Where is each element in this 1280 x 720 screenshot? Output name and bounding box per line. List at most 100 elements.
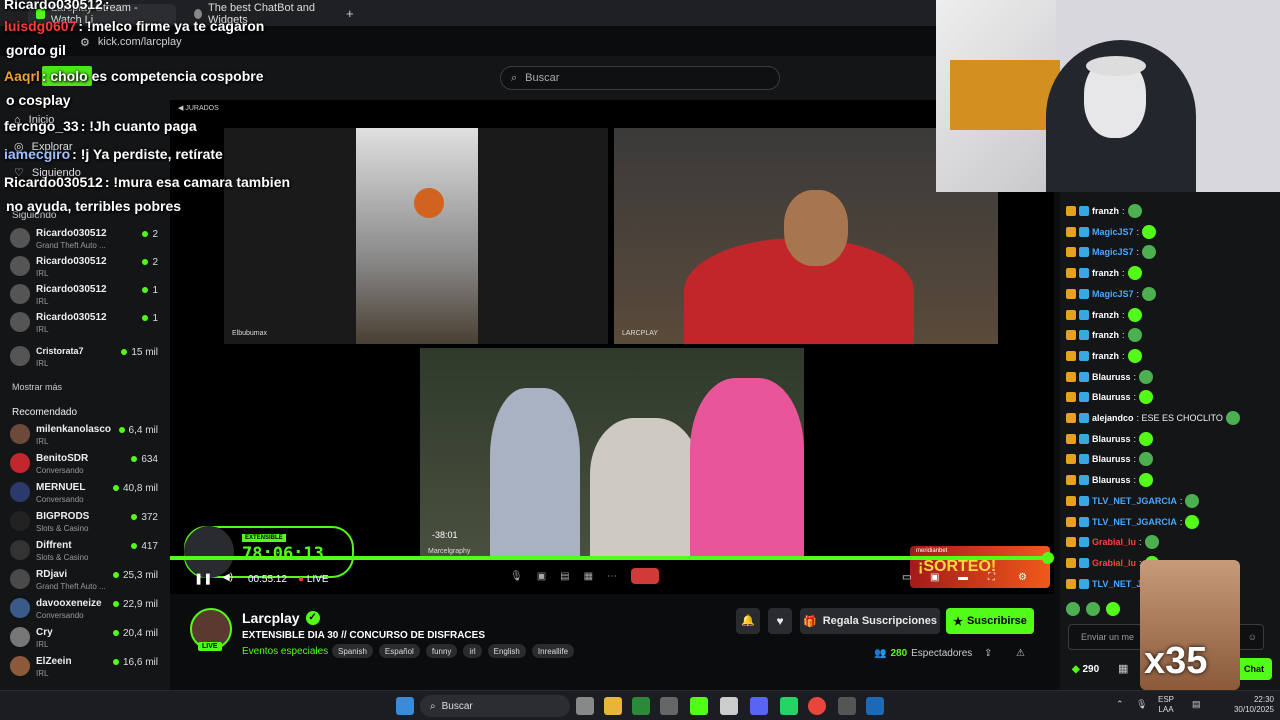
nav-siguiendo[interactable]: ♡ Siguiendo <box>14 166 81 180</box>
sidebar-channel[interactable]: MERNUEL Conversando 40,8 mil <box>8 480 164 508</box>
chat-message[interactable]: Blauruss: <box>1066 430 1154 448</box>
chat-username[interactable]: TLV_NET_JGARCIA <box>1092 496 1177 506</box>
chat-message[interactable]: franzh: <box>1066 306 1142 324</box>
video-player[interactable]: ◀ JURADOS Elbubumax LARCPLAY Marcelgraph… <box>170 100 1054 594</box>
pip-icon[interactable]: ▭ <box>902 572 911 583</box>
more-icon[interactable]: ⋯ <box>607 571 617 582</box>
chat-username[interactable]: franzh <box>1092 206 1119 216</box>
gift-subs-button[interactable]: 🎁 Regala Suscripciones <box>800 608 940 634</box>
chat-message[interactable]: franzh: <box>1066 326 1142 344</box>
sidebar-channel[interactable]: RDjavi Grand Theft Auto ... 25,3 mil <box>8 567 164 595</box>
emote-icon[interactable] <box>1086 602 1100 616</box>
nav-explorar[interactable]: ◎ Explorar <box>14 140 73 154</box>
show-more-link[interactable]: Mostrar más <box>12 382 62 392</box>
theatre-icon[interactable]: ▬ <box>958 572 968 583</box>
new-tab-button[interactable]: + <box>346 6 354 21</box>
chat-username[interactable]: Blauruss <box>1092 372 1131 382</box>
whatsapp-icon[interactable] <box>780 697 798 715</box>
live-indicator[interactable]: ● LIVE <box>298 574 329 585</box>
sidebar-channel[interactable]: BIGPRODS Slots & Casino 372 <box>8 509 164 537</box>
tray-chevron-icon[interactable]: ⌃ <box>1116 699 1124 710</box>
grid-icon[interactable]: ▦ <box>584 571 593 582</box>
notification-bell-icon[interactable]: 🔔 <box>736 608 760 634</box>
tab-larcplay[interactable]: Larcplay Stream - Watch Li <box>28 2 176 26</box>
settings-gear-icon[interactable]: ⚙ <box>1018 572 1027 583</box>
store-icon[interactable]: ▦ <box>1118 662 1128 675</box>
chat-message[interactable]: MagicJS7: <box>1066 243 1157 261</box>
chat-username[interactable]: Blauruss <box>1092 475 1131 485</box>
sidebar-channel[interactable]: Ricardo030512 IRL 1 <box>8 282 164 310</box>
follow-heart-icon[interactable]: ♥ <box>768 608 792 634</box>
chat-username[interactable]: Blauruss <box>1092 434 1131 444</box>
emoji-icon[interactable]: ☺ <box>1248 632 1257 642</box>
task-view-icon[interactable] <box>576 697 594 715</box>
progress-bar[interactable] <box>170 556 1048 560</box>
chat-message[interactable]: franzh: <box>1066 264 1142 282</box>
tag[interactable]: irl <box>463 644 482 658</box>
tag[interactable]: Español <box>378 644 420 658</box>
kick-app-icon[interactable] <box>690 697 708 715</box>
progress-handle[interactable] <box>1042 552 1054 564</box>
start-menu-icon[interactable] <box>396 697 414 715</box>
chat-username[interactable]: Grabial_lu <box>1092 558 1136 568</box>
chat-message[interactable]: MagicJS7: <box>1066 285 1157 303</box>
chat-username[interactable]: franzh <box>1092 268 1119 278</box>
sidebar-channel[interactable]: Cristorata7 IRL 15 mil <box>8 344 164 372</box>
sidebar-channel[interactable]: Cry IRL 20,4 mil <box>8 625 164 653</box>
mic-tray-icon[interactable]: 🎙 <box>1136 699 1147 710</box>
tag[interactable]: funny <box>425 644 458 658</box>
chat-message[interactable]: franzh: <box>1066 202 1142 220</box>
chat-message[interactable]: MagicJS7: <box>1066 223 1157 241</box>
chat-username[interactable]: franzh <box>1092 351 1119 361</box>
mic-icon[interactable]: 🎙 <box>510 571 523 582</box>
sidebar-channel[interactable]: Ricardo030512 Grand Theft Auto ... 2 <box>8 226 164 254</box>
notes-icon[interactable] <box>720 697 738 715</box>
obs-icon[interactable] <box>838 697 856 715</box>
report-icon[interactable]: ⚠ <box>1016 648 1025 659</box>
chat-message[interactable]: Blauruss: <box>1066 368 1154 386</box>
pause-button[interactable]: ❚❚ <box>194 572 212 585</box>
hangup-button[interactable] <box>631 568 660 584</box>
share-icon[interactable]: ⇪ <box>984 648 992 659</box>
discord-icon[interactable] <box>750 697 768 715</box>
emote-icon[interactable] <box>1066 602 1080 616</box>
sidebar-channel[interactable]: ElZeein IRL 16,6 mil <box>8 654 164 682</box>
chat-username[interactable]: alejandco <box>1092 413 1134 423</box>
tag[interactable]: Inreallife <box>531 644 575 658</box>
fullscreen-icon[interactable]: ⛶ <box>988 572 995 583</box>
sidebar-channel[interactable]: Ricardo030512 IRL 2 <box>8 254 164 282</box>
site-info-icon[interactable]: ⚙ <box>80 36 90 49</box>
chat-message[interactable]: TLV_NET_JGARCIA: <box>1066 492 1200 510</box>
chat-message[interactable]: Blauruss: <box>1066 471 1154 489</box>
chat-send-button[interactable]: Chat <box>1236 658 1272 680</box>
chat-username[interactable]: Grabial_lu <box>1092 537 1136 547</box>
tab-chatbot[interactable]: The best ChatBot and Widgets <box>186 2 336 26</box>
points-display[interactable]: ◆ 290 <box>1072 664 1099 675</box>
chat-username[interactable]: franzh <box>1092 330 1119 340</box>
chat-username[interactable]: MagicJS7 <box>1092 227 1134 237</box>
subscribe-button[interactable]: ★ Suscribirse <box>946 608 1034 634</box>
category-link[interactable]: Eventos especiales <box>242 646 328 657</box>
clip-icon[interactable]: ▣ <box>930 572 939 583</box>
language-indicator[interactable]: ESP LAA <box>1158 695 1174 715</box>
chat-username[interactable]: MagicJS7 <box>1092 247 1134 257</box>
xbox-icon[interactable] <box>632 697 650 715</box>
address-bar[interactable]: ⚙ kick.com/larcplay <box>80 32 780 52</box>
tag[interactable]: Spanish <box>332 644 373 658</box>
file-explorer-icon[interactable] <box>604 697 622 715</box>
store-icon[interactable] <box>660 697 678 715</box>
chat-username[interactable]: MagicJS7 <box>1092 289 1134 299</box>
chrome-icon[interactable] <box>808 697 826 715</box>
steam-icon[interactable] <box>866 697 884 715</box>
sidebar-channel[interactable]: davooxeneize Conversando 22,9 mil <box>8 596 164 624</box>
chat-message[interactable]: alejandco: ESE ES CHOCLITO <box>1066 409 1240 427</box>
nav-inicio[interactable]: ⌂ Inicio <box>14 114 54 126</box>
clock[interactable]: 22:30 30/10/2025 <box>1222 695 1274 715</box>
volume-icon[interactable]: ◀) <box>222 572 233 583</box>
chat-username[interactable]: franzh <box>1092 310 1119 320</box>
chat-username[interactable]: Blauruss <box>1092 392 1131 402</box>
taskbar-search[interactable]: ⌕ Buscar <box>420 695 570 717</box>
chat-message[interactable]: TLV_NET_JGARCIA: <box>1066 513 1200 531</box>
kick-logo[interactable] <box>42 66 92 86</box>
sidebar-channel[interactable]: Ricardo030512 IRL 1 <box>8 310 164 338</box>
